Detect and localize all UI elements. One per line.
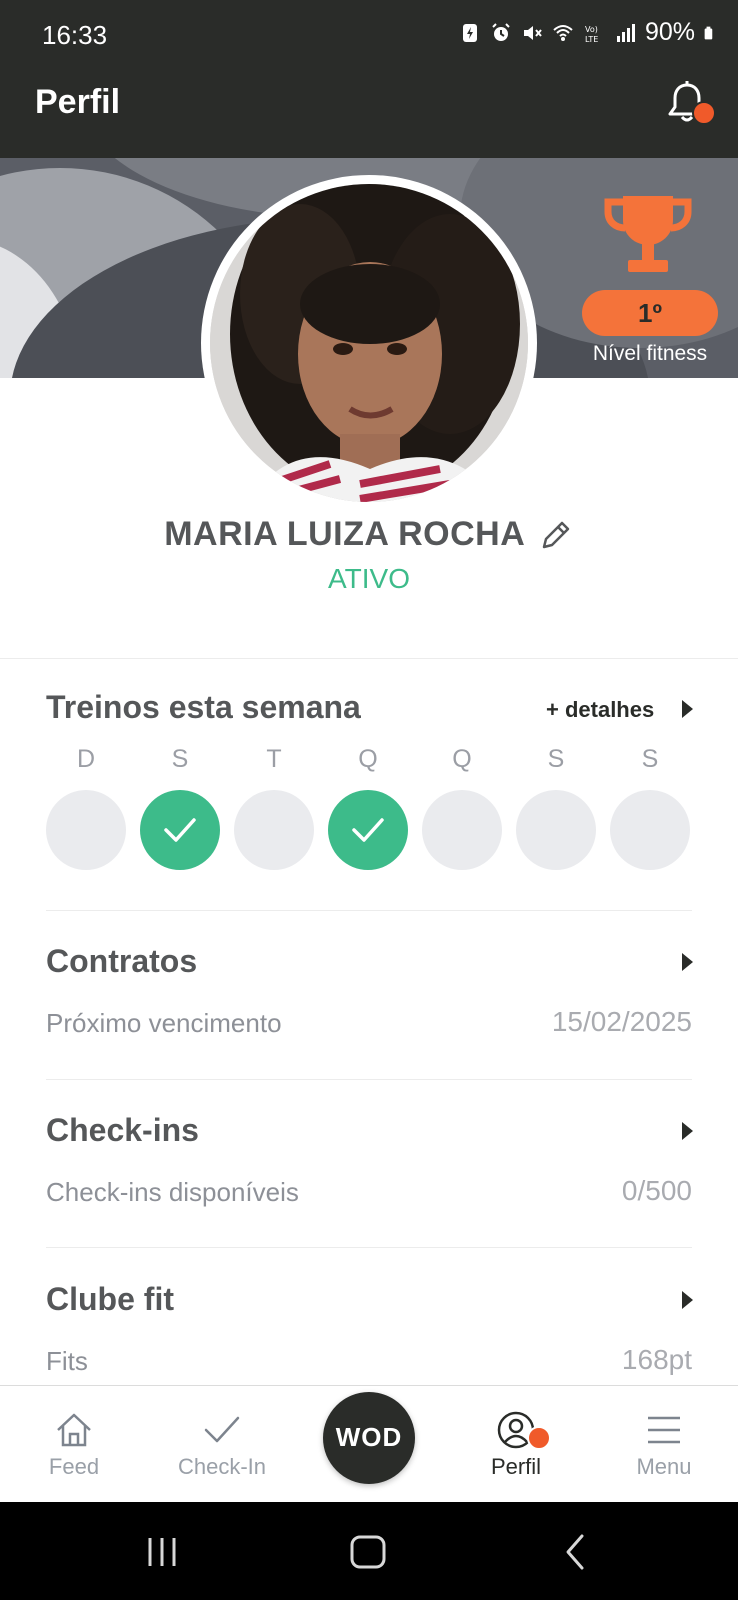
details-arrow-icon[interactable]	[682, 700, 693, 718]
checkins-arrow-icon[interactable]	[682, 1122, 693, 1140]
notification-badge	[692, 101, 716, 125]
checkins-label: Check-ins disponíveis	[46, 1177, 299, 1207]
tab-menu[interactable]: Menu	[590, 1386, 738, 1503]
club-value: 168pt	[621, 1344, 692, 1375]
day-letter: Q	[452, 745, 472, 773]
avatar[interactable]	[210, 184, 528, 502]
tab-feed[interactable]: Feed	[0, 1386, 148, 1503]
level-label: Nível fitness	[592, 342, 708, 365]
recent-apps-icon[interactable]	[142, 1532, 182, 1572]
svg-text:Vo): Vo)	[585, 25, 598, 34]
back-icon[interactable]	[556, 1532, 596, 1572]
status-time: 16:33	[42, 20, 108, 50]
club-title[interactable]: Clube fit	[46, 1281, 174, 1318]
week-section-title: Treinos esta semana	[46, 689, 361, 725]
contracts-label: Próximo vencimento	[46, 1008, 282, 1038]
contracts-value: 15/02/2025	[551, 1006, 692, 1037]
tab-perfil-label: Perfil	[490, 1454, 542, 1479]
status-icons: Vo) LTE 90%	[459, 18, 718, 47]
section-divider	[46, 1079, 692, 1080]
alarm-icon	[492, 22, 510, 41]
home-icon	[57, 1413, 91, 1447]
section-divider	[0, 658, 738, 659]
section-divider	[46, 910, 692, 911]
signal-icon	[616, 23, 635, 42]
day-letter: S	[547, 745, 565, 773]
level-rank: 1º	[582, 290, 718, 336]
tab-checkin[interactable]: Check-In	[148, 1386, 296, 1503]
details-link[interactable]: + detalhes	[546, 697, 654, 723]
volte-icon: Vo)LTE	[585, 25, 598, 44]
checkmark-icon	[204, 1416, 240, 1443]
contracts-title[interactable]: Contratos	[46, 943, 197, 980]
day-circle	[46, 790, 126, 870]
home-button-icon[interactable]	[348, 1532, 388, 1572]
wifi-icon	[553, 24, 573, 41]
wod-logo: WOD	[335, 1422, 403, 1452]
perfil-badge	[527, 1426, 551, 1450]
wod-button[interactable]: WOD	[323, 1392, 415, 1484]
day-letter: S	[641, 745, 659, 773]
day-circle	[610, 790, 690, 870]
profile-name: MARIA LUIZA ROCHA	[164, 515, 526, 553]
battery-icon	[704, 26, 713, 39]
section-divider	[46, 1247, 692, 1248]
day-circle-done	[328, 790, 408, 870]
check-icon	[352, 818, 384, 842]
status-bar: 16:33 Vo) LTE 90%	[0, 0, 738, 55]
checkins-value: 0/500	[621, 1175, 692, 1206]
tab-perfil[interactable]: Perfil	[442, 1386, 590, 1503]
day-letter: S	[171, 745, 189, 773]
club-label: Fits	[46, 1346, 88, 1376]
system-nav-bar	[0, 1502, 738, 1600]
avatar-photo	[210, 184, 528, 502]
app-bar: Perfil	[0, 55, 738, 158]
contracts-arrow-icon[interactable]	[682, 953, 693, 971]
check-icon	[164, 818, 196, 842]
svg-text:LTE: LTE	[585, 35, 598, 44]
mute-icon	[523, 25, 542, 40]
day-letter: T	[266, 745, 282, 773]
tab-menu-label: Menu	[636, 1454, 692, 1479]
tab-checkin-label: Check-In	[177, 1454, 267, 1479]
tab-feed-label: Feed	[48, 1454, 100, 1479]
day-circle	[516, 790, 596, 870]
battery-saver-icon	[462, 23, 477, 42]
pencil-icon[interactable]	[538, 517, 574, 553]
club-arrow-icon[interactable]	[682, 1291, 693, 1309]
day-letter: D	[76, 745, 96, 773]
checkins-title[interactable]: Check-ins	[46, 1112, 199, 1149]
day-circle	[234, 790, 314, 870]
notifications-button[interactable]	[662, 79, 716, 129]
battery-percent: 90%	[644, 18, 695, 46]
hamburger-menu-icon	[648, 1416, 680, 1444]
day-circle-done	[140, 790, 220, 870]
profile-name-row: MARIA LUIZA ROCHA	[0, 515, 738, 554]
day-letter: Q	[358, 745, 378, 773]
membership-status: ATIVO	[328, 563, 410, 594]
day-circle	[422, 790, 502, 870]
page-title: Perfil	[35, 83, 121, 121]
trophy-icon	[604, 196, 692, 272]
